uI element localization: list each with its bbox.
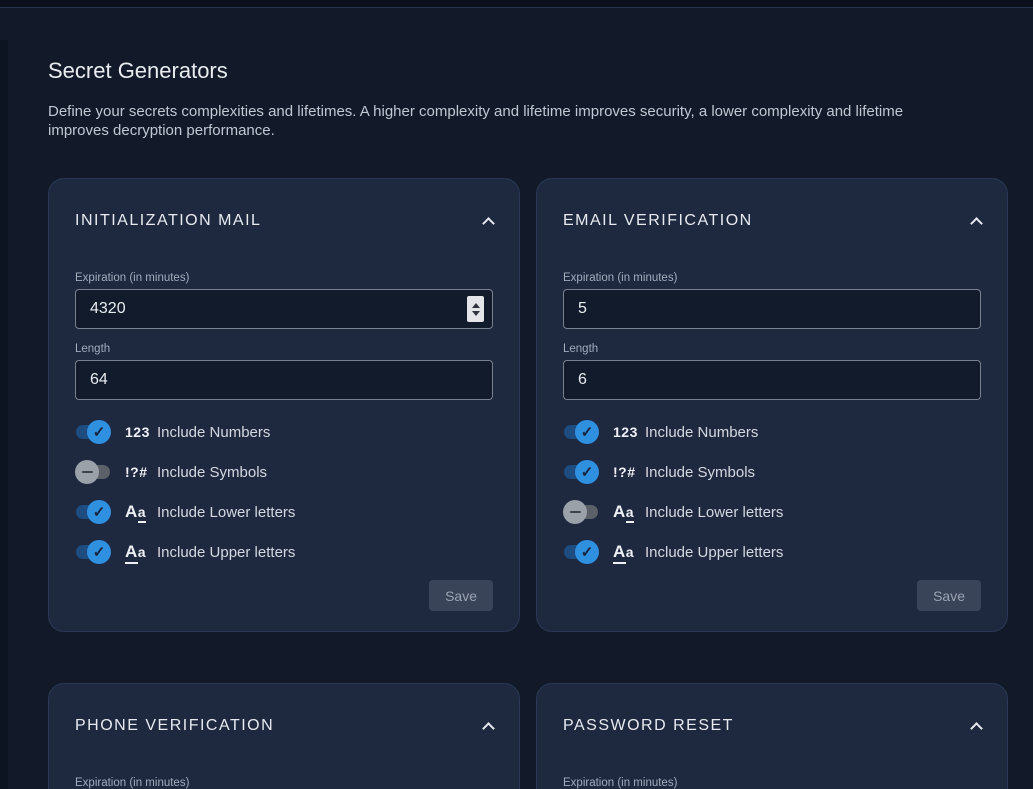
include-numbers-toggle[interactable]: ✓ (563, 418, 599, 446)
card-initialization-mail: INITIALIZATION MAIL Expiration (in minut… (48, 178, 520, 632)
length-label: Length (563, 343, 981, 355)
card-phone-verification: PHONE VERIFICATION Expiration (in minute… (48, 683, 520, 789)
length-label: Length (75, 343, 493, 355)
uppercase-letters-icon: Aa (613, 542, 645, 562)
toggle-label: Include Upper letters (157, 544, 295, 561)
card-title: EMAIL VERIFICATION (563, 212, 753, 230)
generator-cards-grid: INITIALIZATION MAIL Expiration (in minut… (48, 178, 1008, 789)
chevron-up-icon[interactable] (970, 722, 983, 735)
chevron-up-icon[interactable] (482, 217, 495, 230)
toggle-thumb: ✓ (575, 540, 599, 564)
toggle-thumb: ✓ (87, 500, 111, 524)
secret-generators-page: Secret Generators Define your secrets co… (0, 9, 1033, 789)
toggle-label: Include Symbols (157, 464, 267, 481)
card-title: PASSWORD RESET (563, 717, 734, 735)
save-button[interactable]: Save (429, 580, 493, 611)
minus-icon (570, 511, 581, 514)
toggle-thumb: ✓ (563, 500, 587, 524)
toggle-thumb: ✓ (575, 460, 599, 484)
toggle-row-upper: ✓ Aa Include Upper letters (75, 538, 493, 566)
toggle-label: Include Numbers (157, 424, 270, 441)
toggle-thumb: ✓ (575, 420, 599, 444)
toggle-label: Include Lower letters (157, 504, 295, 521)
toggle-label: Include Symbols (645, 464, 755, 481)
left-frame-edge (0, 40, 8, 789)
page-title: Secret Generators (48, 58, 1008, 84)
numbers-icon: 123 (613, 424, 645, 440)
numbers-icon: 123 (125, 424, 157, 440)
symbols-icon: !?# (125, 464, 157, 480)
include-lower-toggle[interactable]: ✓ (75, 498, 111, 526)
toggle-thumb: ✓ (87, 540, 111, 564)
card-header: INITIALIZATION MAIL (75, 212, 493, 230)
card-header: EMAIL VERIFICATION (563, 212, 981, 230)
symbols-icon: !?# (613, 464, 645, 480)
page-description: Define your secrets complexities and lif… (48, 102, 963, 140)
card-email-verification: EMAIL VERIFICATION Expiration (in minute… (536, 178, 1008, 632)
toggle-row-symbols: ✓ !?# Include Symbols (75, 458, 493, 486)
toggle-row-lower: ✓ Aa Include Lower letters (75, 498, 493, 526)
card-title: PHONE VERIFICATION (75, 717, 274, 735)
toggle-row-symbols: ✓ !?# Include Symbols (563, 458, 981, 486)
save-button[interactable]: Save (917, 580, 981, 611)
expiration-label: Expiration (in minutes) (75, 272, 493, 284)
toggle-label: Include Upper letters (645, 544, 783, 561)
expiration-input-wrap (563, 289, 981, 329)
card-header: PHONE VERIFICATION (75, 717, 493, 735)
expiration-label: Expiration (in minutes) (75, 777, 493, 789)
include-upper-toggle[interactable]: ✓ (563, 538, 599, 566)
check-icon: ✓ (93, 425, 106, 440)
number-spinner[interactable] (467, 296, 484, 322)
card-title: INITIALIZATION MAIL (75, 212, 261, 230)
expiration-input[interactable] (563, 289, 981, 329)
length-input[interactable] (75, 360, 493, 400)
spinner-down-icon[interactable] (472, 311, 480, 316)
expiration-label: Expiration (in minutes) (563, 777, 981, 789)
include-numbers-toggle[interactable]: ✓ (75, 418, 111, 446)
check-icon: ✓ (581, 545, 594, 560)
toggle-list: ✓ 123 Include Numbers ✓ (75, 418, 493, 566)
chevron-up-icon[interactable] (482, 722, 495, 735)
include-symbols-toggle[interactable]: ✓ (75, 458, 111, 486)
check-icon: ✓ (93, 505, 106, 520)
toggle-row-numbers: ✓ 123 Include Numbers (563, 418, 981, 446)
check-icon: ✓ (581, 465, 594, 480)
lowercase-letters-icon: Aa (125, 502, 157, 522)
expiration-input[interactable] (75, 289, 493, 329)
check-icon: ✓ (581, 425, 594, 440)
toggle-row-numbers: ✓ 123 Include Numbers (75, 418, 493, 446)
toggle-row-upper: ✓ Aa Include Upper letters (563, 538, 981, 566)
include-lower-toggle[interactable]: ✓ (563, 498, 599, 526)
toggle-thumb: ✓ (87, 420, 111, 444)
length-input[interactable] (563, 360, 981, 400)
toggle-row-lower: ✓ Aa Include Lower letters (563, 498, 981, 526)
top-toolbar (0, 0, 1033, 8)
card-password-reset: PASSWORD RESET Expiration (in minutes) (536, 683, 1008, 789)
check-icon: ✓ (93, 545, 106, 560)
toggle-label: Include Lower letters (645, 504, 783, 521)
uppercase-letters-icon: Aa (125, 542, 157, 562)
minus-icon (82, 471, 93, 474)
include-symbols-toggle[interactable]: ✓ (563, 458, 599, 486)
lowercase-letters-icon: Aa (613, 502, 645, 522)
spinner-up-icon[interactable] (472, 303, 480, 308)
chevron-up-icon[interactable] (970, 217, 983, 230)
expiration-input-wrap (75, 289, 493, 329)
card-header: PASSWORD RESET (563, 717, 981, 735)
expiration-label: Expiration (in minutes) (563, 272, 981, 284)
length-input-wrap (563, 360, 981, 400)
toggle-label: Include Numbers (645, 424, 758, 441)
toggle-list: ✓ 123 Include Numbers ✓ (563, 418, 981, 566)
length-input-wrap (75, 360, 493, 400)
toggle-thumb: ✓ (75, 460, 99, 484)
include-upper-toggle[interactable]: ✓ (75, 538, 111, 566)
